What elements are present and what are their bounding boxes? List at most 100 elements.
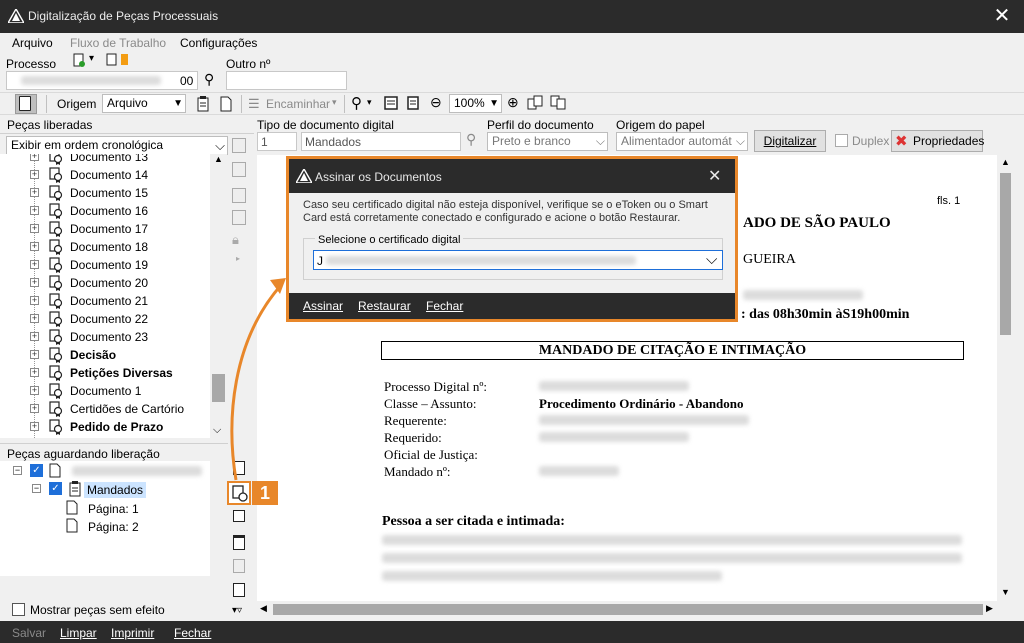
origem-papel-select[interactable]: Alimentador automát ⌵: [616, 132, 748, 151]
scroll-down-icon[interactable]: ▼: [1001, 587, 1010, 597]
mandados-label[interactable]: Mandados: [84, 482, 147, 498]
encaminhar-button[interactable]: Encaminhar: [266, 97, 330, 111]
tree-item[interactable]: + Certidões de Cartório: [0, 400, 210, 418]
assinar-button[interactable]: Assinar: [303, 299, 343, 313]
scroll-thumb[interactable]: [1000, 173, 1011, 335]
tree-item[interactable]: + Documento 14: [0, 166, 210, 184]
tree-expand-icon[interactable]: +: [30, 260, 39, 269]
tree-item[interactable]: + Petições Diversas: [0, 364, 210, 382]
tree-item[interactable]: + Decisão: [0, 346, 210, 364]
dialog-close-icon[interactable]: ✕: [708, 166, 721, 186]
rotate-left-icon[interactable]: [527, 95, 545, 111]
tree-expand-icon[interactable]: +: [30, 332, 39, 341]
tipo-code-input[interactable]: 1: [257, 132, 297, 151]
scroll-up-icon[interactable]: ▲: [214, 154, 223, 164]
tree-item[interactable]: + Pedido de Prazo: [0, 418, 210, 436]
assinar-tool-button[interactable]: [227, 481, 251, 505]
search-process-icon[interactable]: ⚲: [204, 71, 214, 88]
tree-expand-icon[interactable]: +: [30, 314, 39, 323]
document-vscrollbar[interactable]: ▲ ▼: [997, 155, 1014, 601]
tree-expand-icon[interactable]: +: [30, 206, 39, 215]
tree-expand-icon[interactable]: +: [30, 422, 39, 431]
fechar-button[interactable]: Fechar: [174, 626, 211, 640]
document-hscrollbar[interactable]: ◀ ▶: [257, 601, 997, 618]
new-document-button[interactable]: [15, 94, 37, 114]
tree-expand-icon[interactable]: +: [30, 296, 39, 305]
fechar-dialog-button[interactable]: Fechar: [426, 299, 463, 313]
tree-item[interactable]: + Documento 19: [0, 256, 210, 274]
processo-number-input[interactable]: 00: [6, 71, 198, 90]
process-note-icon[interactable]: [106, 53, 118, 66]
menu-fluxo-de-trabalho[interactable]: Fluxo de Trabalho: [70, 36, 166, 50]
tree-collapse-icon[interactable]: −: [32, 484, 41, 493]
fit-page-icon[interactable]: [406, 96, 420, 110]
tree-expand-icon[interactable]: +: [30, 154, 39, 161]
tree-item[interactable]: + Documento 18: [0, 238, 210, 256]
duplex-checkbox[interactable]: [835, 134, 848, 147]
origem-select[interactable]: Arquivo ▼: [102, 94, 186, 113]
propriedades-button[interactable]: ✖ Propriedades: [891, 130, 984, 152]
tree-item[interactable]: + Documento 1: [0, 382, 210, 400]
tipo-value-input[interactable]: Mandados: [301, 132, 461, 151]
digitalizar-button[interactable]: Digitalizar: [754, 130, 826, 152]
menu-configuracoes[interactable]: Configurações: [180, 36, 257, 50]
trash-icon[interactable]: [233, 535, 245, 550]
zoom-select[interactable]: 100% ▼: [449, 94, 502, 113]
tree-collapse-icon[interactable]: −: [13, 466, 22, 475]
imprimir-button[interactable]: Imprimir: [111, 626, 154, 640]
tree-item[interactable]: + Documento 15: [0, 184, 210, 202]
perfil-select[interactable]: Preto e branco ⌵: [487, 132, 608, 151]
tree-expand-icon[interactable]: +: [30, 170, 39, 179]
scroll-down-icon[interactable]: ⌵: [213, 424, 221, 437]
mostrar-sem-efeito-checkbox[interactable]: [12, 603, 25, 616]
restaurar-button[interactable]: Restaurar: [358, 299, 411, 313]
tree-expand-icon[interactable]: +: [30, 350, 39, 359]
tree-expand-icon[interactable]: +: [30, 278, 39, 287]
scroll-left-icon[interactable]: ◀: [260, 603, 267, 614]
scroll-thumb[interactable]: [273, 604, 983, 615]
scroll-arrows-icon[interactable]: ▾▿: [232, 605, 242, 616]
tree-expand-icon[interactable]: +: [30, 224, 39, 233]
pagina-1-label[interactable]: Página: 1: [88, 502, 139, 516]
window-close-icon[interactable]: ✕: [990, 4, 1014, 28]
zoom-search-icon[interactable]: ⚲: [351, 94, 362, 112]
scroll-right-icon[interactable]: ▶: [986, 603, 993, 614]
limpar-button[interactable]: Limpar: [60, 626, 97, 640]
menu-arquivo[interactable]: Arquivo: [12, 36, 53, 50]
tree-expand-icon[interactable]: +: [30, 386, 39, 395]
tree-item[interactable]: + Documento 16: [0, 202, 210, 220]
zoom-out-icon[interactable]: ⊖: [430, 94, 442, 111]
process-dropdown-chevron-icon[interactable]: ▾: [89, 53, 94, 64]
tree-expand-icon[interactable]: +: [30, 188, 39, 197]
sort-order-select[interactable]: Exibir em ordem cronológica ⌵: [6, 136, 228, 155]
aguardando-hscroll[interactable]: [0, 576, 210, 596]
mandados-checkbox[interactable]: ✓: [49, 482, 62, 495]
salvar-button[interactable]: Salvar: [12, 626, 46, 640]
tree-item[interactable]: + Documento 17: [0, 220, 210, 238]
tree-item[interactable]: + Documento 22: [0, 310, 210, 328]
encaminhar-dropdown-icon[interactable]: ▾: [332, 97, 337, 108]
tool-edit-icon[interactable]: [233, 510, 245, 522]
tree-expand-icon[interactable]: +: [30, 242, 39, 251]
tool-copy-icon[interactable]: [233, 583, 245, 597]
tree-item[interactable]: + Documento 21: [0, 292, 210, 310]
fit-width-icon[interactable]: [384, 96, 398, 110]
blank-page-icon[interactable]: [219, 96, 233, 112]
certificado-select[interactable]: J ⌵: [313, 250, 723, 270]
zoom-search-dropdown-icon[interactable]: ▾: [367, 97, 372, 108]
root-checkbox[interactable]: ✓: [30, 464, 43, 477]
scroll-up-icon[interactable]: ▲: [1001, 157, 1010, 167]
outro-numero-input[interactable]: [226, 71, 347, 90]
tree-expand-icon[interactable]: +: [30, 368, 39, 377]
tree-expand-icon[interactable]: +: [30, 404, 39, 413]
encaminhar-icon: ☰: [248, 96, 260, 111]
tree-item[interactable]: + Documento 13: [0, 154, 210, 166]
process-doc-add-icon[interactable]: [72, 53, 86, 67]
pagina-2-label[interactable]: Página: 2: [88, 520, 139, 534]
tree-item[interactable]: + Documento 23: [0, 328, 210, 346]
zoom-in-icon[interactable]: ⊕: [507, 94, 519, 111]
rotate-right-icon[interactable]: [549, 95, 567, 111]
clipboard-icon[interactable]: [196, 96, 210, 112]
tipo-search-icon[interactable]: ⚲: [466, 131, 476, 148]
tree-item[interactable]: + Documento 20: [0, 274, 210, 292]
